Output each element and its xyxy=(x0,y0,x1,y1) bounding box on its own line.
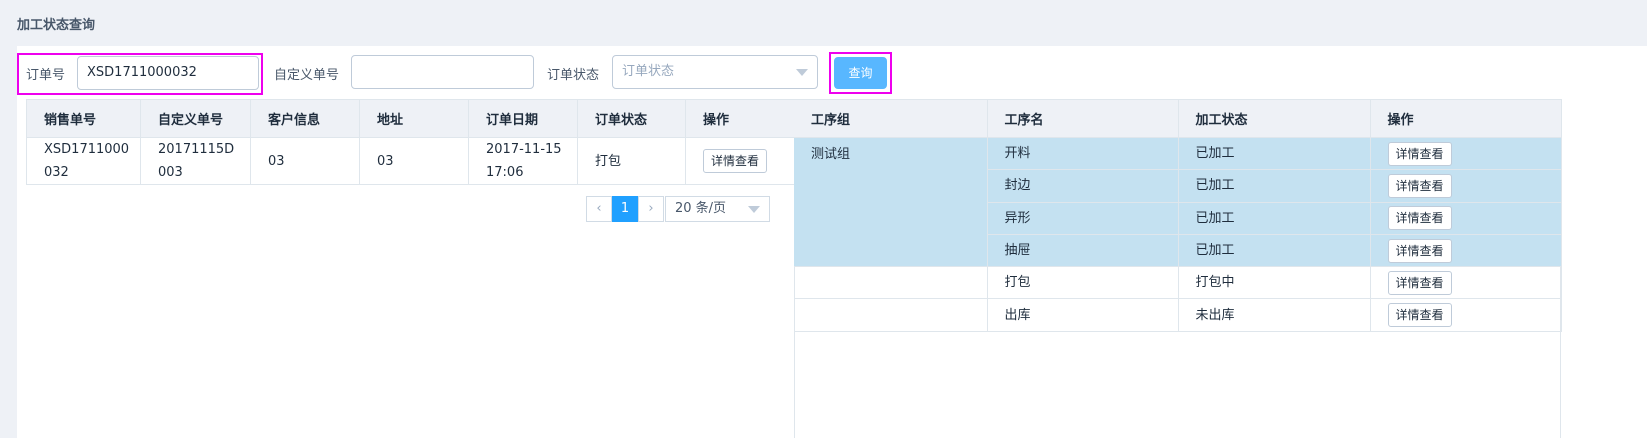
page-size-value: 20 条/页 xyxy=(675,201,727,216)
cell-state: 已加工 xyxy=(1178,169,1371,203)
cell-process: 抽屉 xyxy=(987,234,1179,268)
order-status-label: 订单状态 xyxy=(547,68,600,83)
chevron-down-icon xyxy=(748,206,760,213)
query-button[interactable]: 查询 xyxy=(834,57,887,89)
orders-table-header: 销售单号 自定义单号 客户信息 地址 订单日期 订单状态 操作 xyxy=(26,99,795,138)
custom-no-input[interactable] xyxy=(351,55,534,89)
cell-group xyxy=(794,266,988,300)
cell-group xyxy=(794,234,988,268)
detail-button[interactable]: 详情查看 xyxy=(1387,238,1452,263)
cell-customer: 03 xyxy=(250,137,360,185)
table-row[interactable]: 封边 已加工 详情查看 xyxy=(794,169,1562,203)
detail-button[interactable]: 详情查看 xyxy=(703,149,768,173)
detail-button[interactable]: 详情查看 xyxy=(1387,206,1452,231)
col-header-sale-no: 销售单号 xyxy=(26,99,141,138)
table-row[interactable]: 测试组 开料 已加工 详情查看 xyxy=(794,137,1562,171)
cell-date: 2017-11-15 17:06 xyxy=(468,137,578,185)
next-page-button[interactable]: › xyxy=(638,196,664,222)
col-header-customer: 客户信息 xyxy=(250,99,360,138)
col-header-process: 工序名 xyxy=(987,99,1179,138)
cell-state: 已加工 xyxy=(1178,137,1371,171)
cell-process: 封边 xyxy=(987,169,1179,203)
cell-process: 开料 xyxy=(987,137,1179,171)
cell-process: 出库 xyxy=(987,298,1179,332)
cell-process: 打包 xyxy=(987,266,1179,300)
detail-button[interactable]: 详情查看 xyxy=(1387,303,1452,328)
cell-state: 已加工 xyxy=(1178,202,1371,235)
cell-group xyxy=(794,169,988,203)
col-header-action: 操作 xyxy=(685,99,795,138)
cell-state: 打包中 xyxy=(1178,266,1371,300)
process-table: 工序组 工序名 加工状态 操作 测试组 开料 已加工 详情查看 封边 已加工 详… xyxy=(794,99,1562,332)
detail-button[interactable]: 详情查看 xyxy=(1387,270,1452,295)
cell-operation: 详情查看 xyxy=(1370,137,1562,171)
col-header-status: 订单状态 xyxy=(577,99,686,138)
table-row[interactable]: 异形 已加工 详情查看 xyxy=(794,202,1562,235)
cell-operation: 详情查看 xyxy=(1370,298,1562,332)
detail-button[interactable]: 详情查看 xyxy=(1387,141,1452,166)
cell-group xyxy=(794,298,988,332)
table-row[interactable]: XSD1711000 032 20171115D 003 03 03 2017-… xyxy=(26,137,795,185)
order-no-input[interactable]: XSD1711000032 xyxy=(77,56,259,90)
cell-status: 打包 xyxy=(577,137,686,185)
cell-custom-no: 20171115D 003 xyxy=(140,137,251,185)
cell-group xyxy=(794,202,988,235)
cell-action: 详情查看 xyxy=(685,137,795,185)
cell-operation: 详情查看 xyxy=(1370,234,1562,268)
cell-process: 异形 xyxy=(987,202,1179,235)
cell-operation: 详情查看 xyxy=(1370,169,1562,203)
cell-state: 已加工 xyxy=(1178,234,1371,268)
cell-operation: 详情查看 xyxy=(1370,266,1562,300)
page-title: 加工状态查询 xyxy=(17,18,96,33)
order-status-placeholder: 订单状态 xyxy=(622,64,675,79)
detail-button[interactable]: 详情查看 xyxy=(1387,173,1452,198)
table-row[interactable]: 出库 未出库 详情查看 xyxy=(794,298,1562,332)
cell-group: 测试组 xyxy=(794,137,988,170)
col-header-date: 订单日期 xyxy=(468,99,578,138)
order-no-label: 订单号 xyxy=(26,68,66,83)
col-header-group: 工序组 xyxy=(794,99,988,138)
table-row[interactable]: 打包 打包中 详情查看 xyxy=(794,266,1562,300)
cell-sale-no: XSD1711000 032 xyxy=(26,137,141,185)
table-row[interactable]: 抽屉 已加工 详情查看 xyxy=(794,234,1562,268)
col-header-operation: 操作 xyxy=(1370,99,1562,138)
order-status-select[interactable]: 订单状态 xyxy=(612,55,818,89)
prev-page-button[interactable]: ‹ xyxy=(586,196,612,222)
page-1-button[interactable]: 1 xyxy=(612,196,638,222)
chevron-down-icon xyxy=(796,69,808,76)
cell-operation: 详情查看 xyxy=(1370,202,1562,235)
custom-no-label: 自定义单号 xyxy=(274,68,340,83)
cell-address: 03 xyxy=(359,137,469,185)
col-header-custom-no: 自定义单号 xyxy=(140,99,251,138)
orders-table: 销售单号 自定义单号 客户信息 地址 订单日期 订单状态 操作 XSD17110… xyxy=(26,99,795,185)
col-header-state: 加工状态 xyxy=(1178,99,1371,138)
process-table-header: 工序组 工序名 加工状态 操作 xyxy=(794,99,1562,138)
page-size-select[interactable]: 20 条/页 xyxy=(665,196,770,222)
col-header-address: 地址 xyxy=(359,99,469,138)
cell-state: 未出库 xyxy=(1178,298,1371,332)
